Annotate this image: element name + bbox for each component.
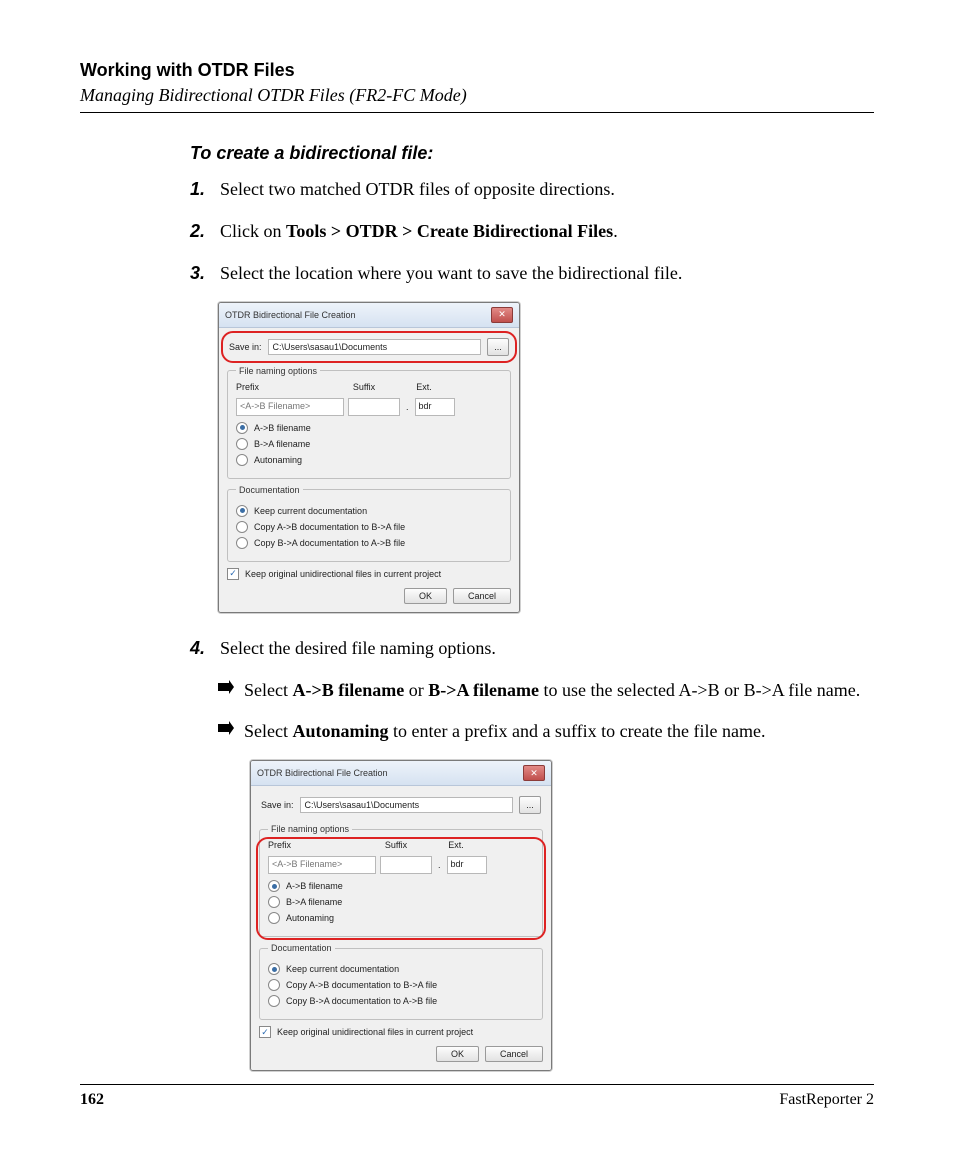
substep-a: Select A->B filename or B->A filename to… [218, 677, 874, 705]
prefix-input[interactable]: <A->B Filename> [268, 856, 376, 874]
lead-heading: To create a bidirectional file: [190, 143, 874, 164]
footer-rule [80, 1084, 874, 1085]
close-icon[interactable]: ✕ [523, 765, 545, 781]
savein-path[interactable]: C:\Users\sasau1\Documents [300, 797, 513, 813]
step-1: 1. Select two matched OTDR files of oppo… [190, 176, 874, 204]
radio-doc-ab[interactable] [268, 979, 280, 991]
legend-doc: Documentation [268, 943, 335, 953]
suffix-input[interactable] [380, 856, 432, 874]
dialog-titlebar: OTDR Bidirectional File Creation ✕ [251, 761, 551, 786]
suffix-input[interactable] [348, 398, 400, 416]
radio-doc-ab[interactable] [236, 521, 248, 533]
step-2: 2. Click on Tools > OTDR > Create Bidire… [190, 218, 874, 246]
step-number: 3. [190, 260, 220, 288]
browse-button[interactable]: ... [519, 796, 541, 814]
ext-input[interactable]: bdr [447, 856, 487, 874]
cancel-button[interactable]: Cancel [453, 588, 511, 604]
radio-auto[interactable] [268, 912, 280, 924]
col-ext: Ext. [438, 840, 474, 850]
step-number: 1. [190, 176, 220, 204]
radio-doc-keep[interactable] [268, 963, 280, 975]
radio-doc-keep[interactable] [236, 505, 248, 517]
radio-doc-keep-label: Keep current documentation [254, 506, 367, 516]
header-title: Working with OTDR Files [80, 60, 874, 81]
fieldset-naming: File naming options Prefix Suffix Ext. <… [259, 824, 543, 937]
radio-ba[interactable] [236, 438, 248, 450]
dialog-screenshot-1: OTDR Bidirectional File Creation ✕ Save … [218, 302, 874, 613]
dialog-screenshot-2: OTDR Bidirectional File Creation ✕ Save … [250, 760, 874, 1071]
ext-input[interactable]: bdr [415, 398, 455, 416]
step-3: 3. Select the location where you want to… [190, 260, 874, 288]
radio-ab-label: A->B filename [254, 423, 311, 433]
radio-ab-label: A->B filename [286, 881, 343, 891]
radio-doc-ba[interactable] [236, 537, 248, 549]
prefix-input[interactable]: <A->B Filename> [236, 398, 344, 416]
fieldset-naming: File naming options Prefix Suffix Ext. <… [227, 366, 511, 479]
dialog-titlebar: OTDR Bidirectional File Creation ✕ [219, 303, 519, 328]
substep-b: Select Autonaming to enter a prefix and … [218, 718, 874, 746]
radio-doc-ab-label: Copy A->B documentation to B->A file [286, 980, 437, 990]
step-text: Select the desired file naming options. [220, 635, 874, 663]
legend-naming: File naming options [268, 824, 352, 834]
ok-button[interactable]: OK [404, 588, 447, 604]
radio-auto-label: Autonaming [254, 455, 302, 465]
checkbox-keep-orig-label: Keep original unidirectional files in cu… [277, 1027, 473, 1037]
ok-button[interactable]: OK [436, 1046, 479, 1062]
step-text: Click on Tools > OTDR > Create Bidirecti… [220, 218, 874, 246]
product-name: FastReporter 2 [779, 1091, 874, 1109]
col-prefix: Prefix [236, 382, 336, 392]
browse-button[interactable]: ... [487, 338, 509, 356]
legend-naming: File naming options [236, 366, 320, 376]
radio-ab[interactable] [268, 880, 280, 892]
close-icon[interactable]: ✕ [491, 307, 513, 323]
fieldset-doc: Documentation Keep current documentation… [227, 485, 511, 562]
step-text: Select two matched OTDR files of opposit… [220, 176, 874, 204]
header-subtitle: Managing Bidirectional OTDR Files (FR2-F… [80, 85, 874, 106]
header-rule [80, 112, 874, 113]
step-4: 4. Select the desired file naming option… [190, 635, 874, 663]
col-suffix: Suffix [340, 382, 388, 392]
checkbox-keep-orig[interactable] [227, 568, 239, 580]
radio-doc-ba[interactable] [268, 995, 280, 1007]
radio-doc-ba-label: Copy B->A documentation to A->B file [254, 538, 405, 548]
cancel-button[interactable]: Cancel [485, 1046, 543, 1062]
radio-doc-ab-label: Copy A->B documentation to B->A file [254, 522, 405, 532]
radio-auto-label: Autonaming [286, 913, 334, 923]
fieldset-doc: Documentation Keep current documentation… [259, 943, 543, 1020]
dialog-title-text: OTDR Bidirectional File Creation [225, 310, 356, 320]
col-suffix: Suffix [372, 840, 420, 850]
radio-auto[interactable] [236, 454, 248, 466]
dialog-title-text: OTDR Bidirectional File Creation [257, 768, 388, 778]
step-text: Select the location where you want to sa… [220, 260, 874, 288]
legend-doc: Documentation [236, 485, 303, 495]
radio-ab[interactable] [236, 422, 248, 434]
page-number: 162 [80, 1091, 104, 1109]
savein-path[interactable]: C:\Users\sasau1\Documents [268, 339, 481, 355]
savein-label: Save in: [229, 342, 262, 352]
radio-ba-label: B->A filename [254, 439, 310, 449]
radio-doc-ba-label: Copy B->A documentation to A->B file [286, 996, 437, 1006]
checkbox-keep-orig-label: Keep original unidirectional files in cu… [245, 569, 441, 579]
savein-label: Save in: [261, 800, 294, 810]
bullet-arrow-icon [218, 718, 244, 746]
step-number: 4. [190, 635, 220, 663]
checkbox-keep-orig[interactable] [259, 1026, 271, 1038]
step-number: 2. [190, 218, 220, 246]
radio-doc-keep-label: Keep current documentation [286, 964, 399, 974]
radio-ba[interactable] [268, 896, 280, 908]
radio-ba-label: B->A filename [286, 897, 342, 907]
col-ext: Ext. [406, 382, 442, 392]
bullet-arrow-icon [218, 677, 244, 705]
col-prefix: Prefix [268, 840, 368, 850]
